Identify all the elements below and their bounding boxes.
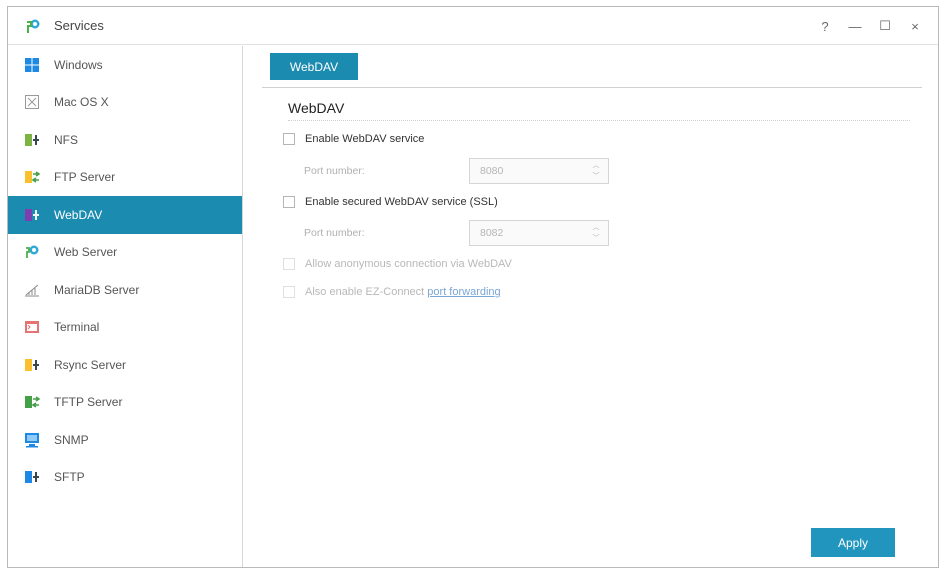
- sftp-icon: [24, 469, 40, 485]
- ssl-port-label: Port number:: [304, 227, 365, 239]
- maximize-icon[interactable]: ☐: [872, 15, 898, 37]
- close-icon[interactable]: ×: [902, 15, 928, 37]
- ezconnect-row: Also enable EZ-Connect port forwarding: [283, 286, 501, 298]
- snmp-icon: [24, 432, 40, 448]
- sidebar-item-snmp[interactable]: SNMP: [8, 421, 242, 459]
- chevron-up-icon[interactable]: ︿: [593, 223, 600, 232]
- web-server-icon: [24, 244, 40, 260]
- terminal-icon: [24, 319, 40, 335]
- services-app-icon: [24, 18, 42, 36]
- sidebar-item-label: SNMP: [54, 432, 89, 447]
- sidebar-item-tftp-server[interactable]: TFTP Server: [8, 384, 242, 422]
- services-window: Services ? — ☐ × Windows Mac OS X NFS FT…: [7, 6, 939, 568]
- window-title: Services: [54, 18, 104, 33]
- anonymous-label: Allow anonymous connection via WebDAV: [305, 258, 512, 270]
- apply-button[interactable]: Apply: [811, 528, 895, 557]
- nfs-icon: [24, 132, 40, 148]
- ftp-icon: [24, 169, 41, 185]
- sidebar-item-label: NFS: [54, 132, 78, 147]
- ssl-port-stepper-arrows[interactable]: ︿ ﹀: [590, 223, 602, 243]
- sidebar-item-rsync-server[interactable]: Rsync Server: [8, 346, 242, 384]
- sidebar-item-windows[interactable]: Windows: [8, 46, 242, 84]
- sidebar: Windows Mac OS X NFS FTP Server WebDAV W…: [8, 46, 243, 567]
- chevron-down-icon[interactable]: ﹀: [593, 172, 600, 181]
- minimize-icon[interactable]: —: [842, 15, 868, 37]
- sidebar-item-nfs[interactable]: NFS: [8, 121, 242, 159]
- sidebar-item-label: MariaDB Server: [54, 282, 140, 297]
- enable-webdav-label: Enable WebDAV service: [305, 133, 425, 145]
- port-label: Port number:: [304, 165, 365, 177]
- sidebar-item-label: Terminal: [54, 320, 100, 335]
- main-panel: WebDAV WebDAV Enable WebDAV service Port…: [244, 46, 938, 567]
- ezconnect-checkbox[interactable]: [283, 286, 295, 298]
- sidebar-item-label: Web Server: [54, 245, 118, 260]
- port-forwarding-link[interactable]: port forwarding: [427, 286, 500, 298]
- enable-webdav-row: Enable WebDAV service: [283, 133, 424, 145]
- mariadb-icon: [24, 282, 40, 298]
- ssl-port-stepper: ︿ ﹀: [469, 220, 609, 246]
- chevron-up-icon[interactable]: ︿: [593, 161, 600, 170]
- port-input[interactable]: [470, 159, 588, 183]
- port-stepper: ︿ ﹀: [469, 158, 609, 184]
- title-bar: Services ? — ☐ ×: [8, 7, 938, 45]
- tab-divider: [262, 87, 922, 88]
- enable-ssl-row: Enable secured WebDAV service (SSL): [283, 196, 498, 208]
- sidebar-item-macos[interactable]: Mac OS X: [8, 84, 242, 122]
- sidebar-item-web-server[interactable]: Web Server: [8, 234, 242, 272]
- port-stepper-arrows[interactable]: ︿ ﹀: [590, 161, 602, 181]
- sidebar-item-label: Windows: [54, 57, 103, 72]
- tab-webdav[interactable]: WebDAV: [270, 53, 358, 80]
- enable-ssl-label: Enable secured WebDAV service (SSL): [305, 196, 498, 208]
- sidebar-item-sftp[interactable]: SFTP: [8, 459, 242, 497]
- macos-icon: [24, 94, 40, 110]
- section-divider: [288, 120, 910, 121]
- ssl-port-input[interactable]: [470, 221, 588, 245]
- sidebar-item-ftp-server[interactable]: FTP Server: [8, 159, 242, 197]
- port-row: Port number: ︿ ﹀: [304, 158, 609, 184]
- sidebar-item-webdav[interactable]: WebDAV: [8, 196, 242, 234]
- tftp-icon: [24, 394, 41, 410]
- sidebar-item-label: Rsync Server: [54, 357, 127, 372]
- help-icon[interactable]: ?: [812, 15, 838, 37]
- sidebar-item-label: TFTP Server: [54, 395, 123, 410]
- anonymous-checkbox[interactable]: [283, 258, 295, 270]
- chevron-down-icon[interactable]: ﹀: [593, 234, 600, 243]
- sidebar-item-mariadb-server[interactable]: MariaDB Server: [8, 271, 242, 309]
- ezconnect-label: Also enable EZ-Connect: [305, 286, 428, 298]
- sidebar-item-label: FTP Server: [54, 170, 116, 185]
- sidebar-item-label: Mac OS X: [54, 95, 109, 110]
- rsync-icon: [24, 357, 40, 373]
- sidebar-item-label: SFTP: [54, 470, 85, 485]
- webdav-icon: [24, 207, 40, 223]
- section-title: WebDAV: [288, 100, 345, 116]
- windows-icon: [24, 57, 40, 73]
- ssl-port-row: Port number: ︿ ﹀: [304, 220, 609, 246]
- enable-ssl-checkbox[interactable]: [283, 196, 295, 208]
- window-controls: ? — ☐ ×: [812, 15, 928, 37]
- sidebar-item-terminal[interactable]: Terminal: [8, 309, 242, 347]
- anonymous-row: Allow anonymous connection via WebDAV: [283, 258, 512, 270]
- enable-webdav-checkbox[interactable]: [283, 133, 295, 145]
- sidebar-item-label: WebDAV: [54, 207, 103, 222]
